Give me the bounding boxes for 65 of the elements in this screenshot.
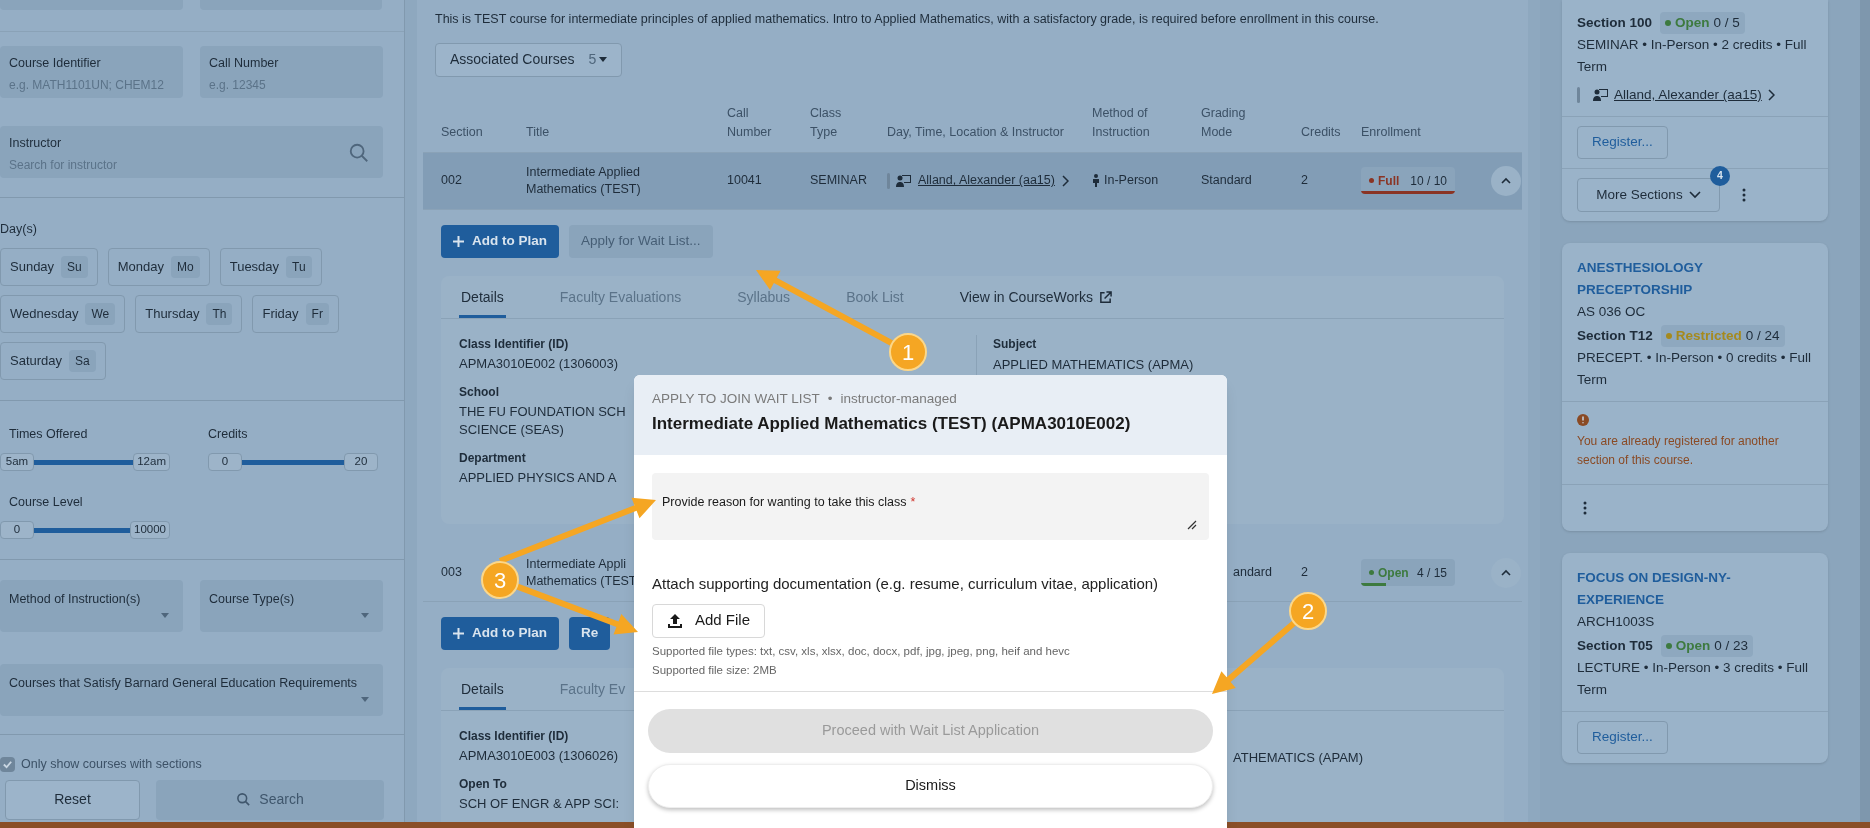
column-header: Credits	[1301, 123, 1342, 141]
detail-value: ATHEMATICS (APAM)	[1233, 748, 1363, 767]
detail-label: Class Identifier (ID)	[459, 335, 569, 353]
detail-value: APMA3010E002 (1306003)	[459, 354, 618, 373]
detail-label: Class Identifier (ID)	[459, 727, 569, 745]
attach-label: Attach supporting documentation (e.g. resume, curriculum vitae, application)	[652, 574, 1160, 594]
course-code: AS 036 OC	[1577, 303, 1647, 321]
course-code: ARCH1003S	[1577, 613, 1656, 631]
column-header: Grading Mode	[1201, 104, 1247, 141]
column-header: Enrollment	[1361, 123, 1422, 141]
table-cell: Intermediate Applied Mathematics (TEST)	[526, 163, 641, 198]
section-label: Section 100	[1577, 14, 1653, 32]
enrollment-badge: Full 10 / 10	[1361, 167, 1455, 195]
table-cell-text: andard	[1232, 564, 1273, 582]
column-header: Class Type	[810, 104, 843, 141]
column-header: Call Number	[727, 104, 773, 141]
detail-value: APPLIED MATHEMATICS (APMA)	[993, 355, 1194, 374]
table-cell-text: SEMINAR	[810, 172, 868, 190]
detail-value: APMA3010E003 (1306026)	[459, 746, 618, 765]
table-cell-text: 003	[441, 564, 462, 582]
range-label: Times Offered	[9, 427, 88, 441]
warning-message: You are already registered for another section of this course.	[1577, 433, 1780, 469]
dialog-kicker: APPLY TO JOIN WAIT LIST	[652, 390, 820, 408]
detail-value: THE FU FOUNDATION SCH SCIENCE (SEAS)	[459, 402, 626, 439]
detail-label: Open To	[459, 775, 507, 793]
table-cell-text: In-Person	[1104, 172, 1159, 190]
count-badge: 4	[1710, 166, 1730, 186]
section-meta: PRECEPT. • In-Person • 0 credits • Full Term	[1577, 349, 1812, 389]
days-label: Day(s)	[0, 222, 37, 236]
status-badge: Restricted 0 / 24	[1660, 325, 1785, 347]
section-meta: SEMINAR • In-Person • 2 credits • Full Term	[1577, 36, 1808, 76]
column-header: Day, Time, Location & Instructor	[887, 123, 1065, 141]
section-label: Section T05	[1577, 637, 1653, 655]
field-label: Provide reason for wanting to take this class *	[662, 495, 916, 509]
file-note: Supported file types: txt, csv, xls, xlsx, doc, docx, pdf, jpg, jpeg, png, heif and hevc	[652, 643, 1071, 659]
column-header: Title	[526, 123, 551, 141]
status-badge: Open 0 / 5	[1660, 12, 1745, 34]
table-cell-text: Standard	[1201, 172, 1253, 190]
range-label: Course Level	[9, 495, 83, 509]
detail-label: School	[459, 383, 499, 401]
table-cell-text: 2	[1301, 564, 1309, 582]
enrollment-badge: Open 4 / 15	[1361, 559, 1455, 587]
section-meta: LECTURE • In-Person • 3 credits • Full Term	[1577, 659, 1809, 699]
table-cell-text: 10041	[727, 172, 763, 190]
range-label: Credits	[208, 427, 248, 441]
checkbox-label: Only show courses with sections	[21, 756, 202, 773]
detail-label: Department	[459, 449, 526, 467]
column-header: Section	[441, 123, 484, 141]
detail-value: SCH OF ENGR & APP SCI:	[459, 794, 620, 813]
dialog-title: Intermediate Applied Mathematics (TEST) (APMA3010E002)	[652, 413, 1132, 436]
field-label: Call Number	[209, 55, 280, 72]
section-label: Section T12	[1577, 327, 1653, 345]
detail-label: Subject	[993, 335, 1037, 353]
column-header: Method of Instruction	[1092, 104, 1151, 141]
field-label: Course Identifier	[9, 55, 102, 72]
table-cell-text: 002	[441, 172, 462, 190]
status-badge: Open 0 / 23	[1660, 635, 1754, 657]
separator: •	[827, 390, 833, 408]
detail-value: APPLIED PHYSICS AND A	[459, 468, 617, 487]
table-cell: Intermediate Appli Mathematics (TEST	[526, 555, 637, 590]
file-note: Supported file size: 2MB	[652, 662, 778, 678]
dialog-mode: instructor-managed	[840, 390, 957, 408]
course-description: This is TEST course for intermediate principles of applied mathematics. Intro to Applied Mathematics, with a satisfactory grade, is required before enrollment in this course.	[434, 11, 1380, 28]
table-cell-text: 2	[1301, 172, 1309, 190]
field-label: Instructor	[9, 135, 63, 152]
